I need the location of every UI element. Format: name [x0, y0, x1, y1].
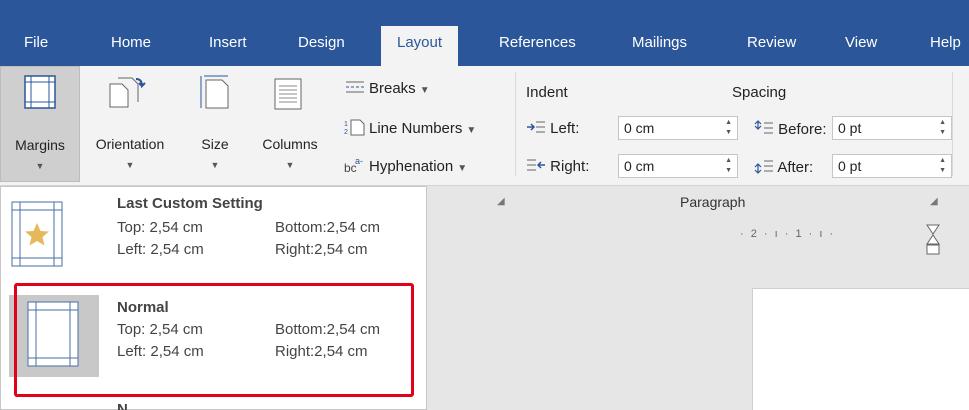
- option-bottom: Bottom:2,54 cm: [275, 219, 381, 236]
- ribbon-divider: [515, 72, 516, 176]
- hyphenation-icon: bc a-: [344, 156, 363, 175]
- indent-left-input[interactable]: 0 cm ▲ ▼: [618, 116, 738, 140]
- spin-arrows-icon[interactable]: ▲ ▼: [725, 118, 732, 138]
- tab-insert[interactable]: Insert: [209, 34, 247, 51]
- margins-label: Margins: [15, 137, 65, 153]
- option-right: Right:2,54 cm: [275, 241, 368, 258]
- tab-review[interactable]: Review: [747, 34, 796, 51]
- tab-view[interactable]: View: [845, 34, 877, 51]
- chevron-down-icon: ▼: [285, 160, 295, 170]
- option-left: Left: 2,54 cm: [117, 241, 204, 258]
- breaks-icon: [346, 81, 364, 93]
- spin-arrows-icon[interactable]: ▲ ▼: [939, 118, 946, 138]
- columns-label: Columns: [262, 136, 318, 152]
- spacing-before-icon: [754, 120, 773, 134]
- indent-marker-icon[interactable]: [926, 224, 940, 256]
- orientation-button[interactable]: Orientation ▼: [84, 66, 176, 182]
- columns-icon: [274, 78, 302, 110]
- tab-file[interactable]: File: [24, 34, 48, 51]
- line-numbers-label: Line Numbers: [369, 120, 463, 137]
- spacing-after-icon: [754, 160, 773, 174]
- margins-icon: [24, 75, 56, 109]
- spin-arrows-icon[interactable]: ▲ ▼: [939, 156, 946, 176]
- indent-right-label-group: Right:: [526, 158, 589, 175]
- spacing-after-value: 0 pt: [838, 158, 862, 174]
- svg-text:a-: a-: [355, 156, 363, 166]
- line-numbers-button[interactable]: 1 2 Line Numbers ▼: [344, 118, 476, 137]
- option-name: N: [117, 401, 128, 410]
- indent-right-icon: [527, 159, 545, 171]
- indent-left-icon: [527, 121, 545, 133]
- spacing-before-input[interactable]: 0 pt ▲ ▼: [832, 116, 952, 140]
- indent-right-value: 0 cm: [624, 158, 655, 174]
- ribbon-divider: [952, 72, 953, 176]
- spacing-before-label: Before:: [778, 121, 827, 138]
- hyphenation-button[interactable]: bc a- Hyphenation ▼: [344, 156, 467, 175]
- indent-left-label: Left:: [550, 120, 580, 137]
- indent-header: Indent: [526, 84, 568, 101]
- spacing-before-value: 0 pt: [838, 120, 862, 136]
- line-numbers-icon: 1 2: [344, 119, 365, 136]
- spin-arrows-icon[interactable]: ▲ ▼: [725, 156, 732, 176]
- breaks-label: Breaks: [369, 80, 416, 97]
- highlight-annotation-box: [14, 283, 414, 397]
- tab-mailings[interactable]: Mailings: [632, 34, 687, 51]
- tab-help[interactable]: Help: [930, 34, 961, 51]
- chevron-down-icon: ▼: [457, 163, 468, 174]
- ribbon-layout: Margins ▼ Orientation ▼ Size ▼ Columns ▼: [0, 66, 969, 207]
- orientation-icon: [109, 77, 146, 108]
- spacing-after-label: After:: [777, 159, 814, 176]
- svg-text:1: 1: [344, 121, 348, 128]
- chevron-down-icon: ▼: [210, 160, 220, 170]
- margin-option-last-custom[interactable]: Last Custom Setting Top: 2,54 cm Bottom:…: [1, 187, 426, 283]
- tab-home[interactable]: Home: [111, 34, 151, 51]
- paragraph-group-label: Paragraph: [680, 194, 746, 210]
- tab-layout[interactable]: Layout: [381, 26, 459, 66]
- indent-left-value: 0 cm: [624, 120, 655, 136]
- columns-button[interactable]: Columns ▼: [254, 66, 326, 182]
- tab-design[interactable]: Design: [298, 34, 345, 51]
- chevron-down-icon: ▼: [419, 85, 430, 96]
- spacing-after-input[interactable]: 0 pt ▲ ▼: [832, 154, 952, 178]
- breaks-button[interactable]: Breaks ▼: [344, 78, 430, 97]
- option-name: Last Custom Setting: [117, 195, 263, 212]
- document-page[interactable]: [752, 288, 969, 410]
- spacing-after-label-group: After:: [754, 158, 813, 176]
- chevron-down-icon: ▼: [125, 160, 135, 170]
- indent-right-label: Right:: [550, 158, 590, 175]
- paper-size-icon: [200, 75, 229, 109]
- ribbon-tab-bar: File Home Insert Design Layout Reference…: [0, 0, 969, 66]
- star-page-icon: [11, 201, 63, 267]
- horizontal-ruler[interactable]: · 2 · ı · 1 · ı ·: [740, 228, 835, 240]
- paragraph-launcher-icon[interactable]: ◢: [930, 196, 938, 207]
- indent-right-input[interactable]: 0 cm ▲ ▼: [618, 154, 738, 178]
- option-top: Top: 2,54 cm: [117, 219, 203, 236]
- svg-text:2: 2: [344, 129, 348, 136]
- indent-left-label-group: Left:: [526, 120, 579, 137]
- hyphenation-label: Hyphenation: [369, 158, 454, 175]
- margins-button[interactable]: Margins ▼: [0, 66, 80, 182]
- size-label: Size: [201, 136, 229, 152]
- spacing-before-label-group: Before:: [754, 120, 827, 138]
- chevron-down-icon: ▼: [35, 161, 45, 171]
- tab-references[interactable]: References: [499, 34, 576, 51]
- spacing-header: Spacing: [732, 84, 787, 101]
- orientation-label: Orientation: [95, 136, 165, 152]
- size-button[interactable]: Size ▼: [190, 66, 240, 182]
- page-setup-launcher-icon[interactable]: ◢: [497, 196, 505, 207]
- chevron-down-icon: ▼: [466, 125, 477, 136]
